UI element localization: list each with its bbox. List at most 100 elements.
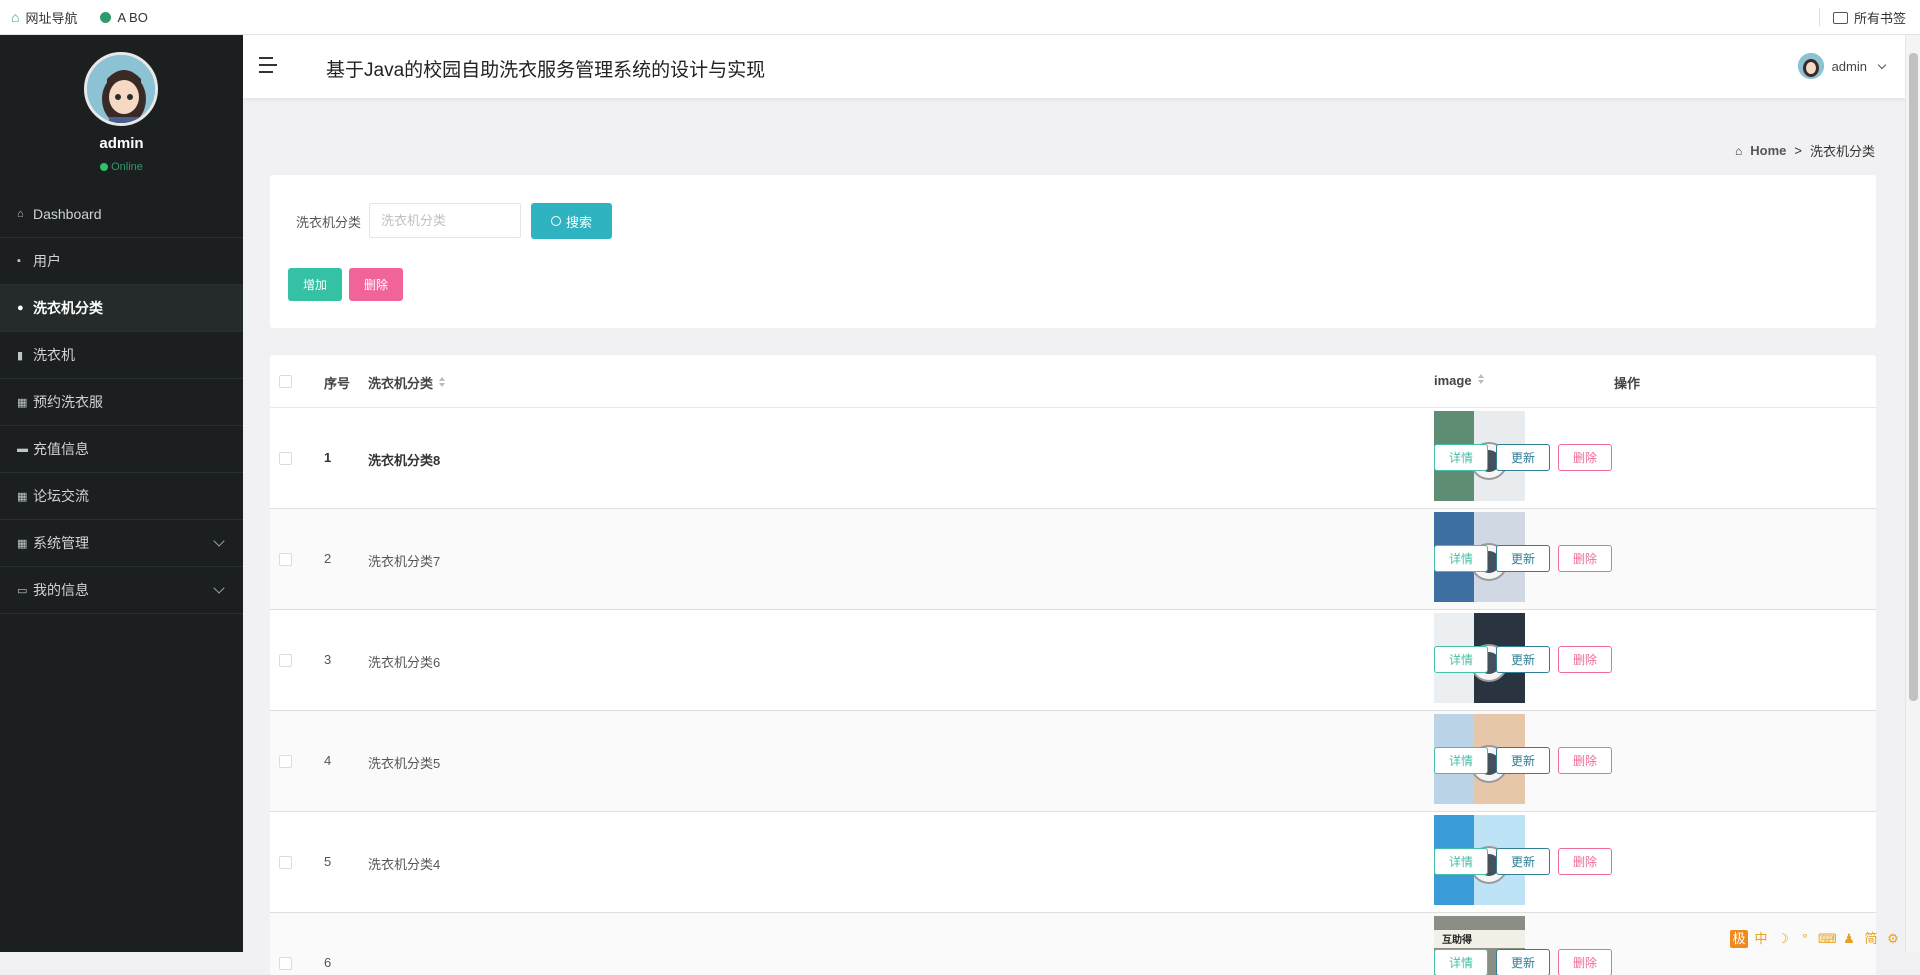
row-index: 1	[324, 450, 331, 465]
row-checkbox[interactable]	[279, 452, 292, 465]
sidebar-item-reservations[interactable]: ▦预约洗衣服	[0, 379, 243, 426]
row-delete-button[interactable]: 删除	[1558, 949, 1612, 975]
search-input[interactable]	[369, 203, 521, 238]
row-index: 2	[324, 551, 331, 566]
sidebar: admin Online ⌂Dashboard ▪用户 ●洗衣机分类 ▮洗衣机 …	[0, 35, 243, 952]
user-icon: ▪	[17, 255, 31, 267]
update-button[interactable]: 更新	[1496, 747, 1550, 774]
detail-button[interactable]: 详情	[1434, 444, 1488, 471]
update-button[interactable]: 更新	[1496, 545, 1550, 572]
update-button[interactable]: 更新	[1496, 444, 1550, 471]
ime-item[interactable]: 简	[1862, 930, 1880, 948]
bookmarks-bar: ⌂ 网址导航 A BO 所有书签	[0, 0, 1920, 35]
folder-icon	[1833, 12, 1848, 24]
bookmarks-divider	[1819, 8, 1820, 26]
search-label: 洗衣机分类	[296, 212, 361, 231]
breadcrumb: ⌂ Home > 洗衣机分类	[1735, 141, 1875, 160]
update-button[interactable]: 更新	[1496, 848, 1550, 875]
sidebar-item-my-info[interactable]: ▭我的信息	[0, 567, 243, 614]
card-icon: ▭	[17, 584, 31, 597]
menu-toggle-icon[interactable]	[259, 57, 279, 75]
row-delete-button[interactable]: 删除	[1558, 848, 1612, 875]
row-checkbox[interactable]	[279, 856, 292, 869]
header-image[interactable]: image	[1434, 373, 1484, 388]
row-index: 3	[324, 652, 331, 667]
row-checkbox[interactable]	[279, 755, 292, 768]
row-category: 洗衣机分类4	[368, 854, 440, 873]
avatar	[1798, 53, 1824, 79]
row-checkbox[interactable]	[279, 957, 292, 970]
detail-button[interactable]: 详情	[1434, 646, 1488, 673]
header-category[interactable]: 洗衣机分类	[368, 373, 445, 392]
ime-item[interactable]: ⚙	[1884, 930, 1902, 948]
bookmark-nav[interactable]: ⌂ 网址导航	[11, 8, 77, 27]
status-dot	[100, 163, 108, 171]
user-menu[interactable]: admin	[1798, 53, 1885, 79]
pin-icon: ●	[17, 302, 31, 314]
bookmark-abo[interactable]: A BO	[100, 10, 147, 25]
sidebar-item-dashboard[interactable]: ⌂Dashboard	[0, 191, 243, 238]
row-delete-button[interactable]: 删除	[1558, 545, 1612, 572]
top-header: 基于Java的校园自助洗衣服务管理系统的设计与实现 admin	[243, 35, 1905, 98]
update-button[interactable]: 更新	[1496, 949, 1550, 975]
header-index: 序号	[324, 373, 350, 392]
detail-button[interactable]: 详情	[1434, 545, 1488, 572]
sidebar-item-washers[interactable]: ▮洗衣机	[0, 332, 243, 379]
search-button[interactable]: 搜索	[531, 203, 612, 239]
row-checkbox[interactable]	[279, 654, 292, 667]
row-category: 洗衣机分类7	[368, 551, 440, 570]
table-row[interactable]: 4洗衣机分类5详情更新删除	[270, 711, 1876, 812]
breadcrumb-separator: >	[1794, 143, 1802, 158]
row-checkbox[interactable]	[279, 553, 292, 566]
sidebar-item-forum[interactable]: ▦论坛交流	[0, 473, 243, 520]
table-row[interactable]: 2 洗衣机分类7 详情更新删除	[270, 509, 1876, 610]
ime-item[interactable]: ☽	[1774, 930, 1792, 948]
table-row[interactable]: 6互助得详情更新删除	[270, 913, 1876, 975]
scrollbar[interactable]	[1905, 35, 1920, 952]
add-button[interactable]: 增加	[288, 268, 342, 301]
sidebar-item-label: 洗衣机	[33, 345, 75, 365]
grid-icon: ▦	[17, 490, 31, 503]
update-button[interactable]: 更新	[1496, 646, 1550, 673]
row-index: 4	[324, 753, 331, 768]
bookmark-nav-label: 网址导航	[25, 8, 77, 27]
user-menu-label: admin	[1832, 59, 1867, 74]
table-row[interactable]: 3 洗衣机分类6 详情更新删除	[270, 610, 1876, 711]
row-category: 洗衣机分类8	[368, 450, 440, 469]
header-category-label: 洗衣机分类	[368, 376, 433, 391]
ime-item[interactable]: ♟	[1840, 930, 1858, 948]
sidebar-item-users[interactable]: ▪用户	[0, 238, 243, 285]
house-icon: ⌂	[11, 9, 19, 25]
sidebar-item-washer-category[interactable]: ●洗衣机分类	[0, 285, 243, 332]
detail-button[interactable]: 详情	[1434, 949, 1488, 975]
search-panel: 洗衣机分类 搜索 增加 删除	[270, 175, 1876, 328]
chart-icon: ▮	[17, 349, 31, 362]
breadcrumb-home[interactable]: Home	[1750, 143, 1786, 158]
row-delete-button[interactable]: 删除	[1558, 646, 1612, 673]
ime-item[interactable]: ⌨	[1818, 930, 1836, 948]
sidebar-item-system[interactable]: ▦系统管理	[0, 520, 243, 567]
sidebar-item-label: 充值信息	[33, 439, 89, 459]
detail-button[interactable]: 详情	[1434, 848, 1488, 875]
home-icon: ⌂	[1735, 144, 1742, 158]
delete-button[interactable]: 删除	[349, 268, 403, 301]
breadcrumb-current: 洗衣机分类	[1810, 141, 1875, 160]
ime-item[interactable]: 极	[1730, 930, 1748, 948]
detail-button[interactable]: 详情	[1434, 747, 1488, 774]
table-row[interactable]: 5洗衣机分类4详情更新删除	[270, 812, 1876, 913]
select-all-checkbox[interactable]	[279, 375, 292, 388]
row-delete-button[interactable]: 删除	[1558, 444, 1612, 471]
row-delete-button[interactable]: 删除	[1558, 747, 1612, 774]
table-row[interactable]: 1 洗衣机分类8 详情更新删除	[270, 408, 1876, 509]
ime-item[interactable]: 中	[1752, 930, 1770, 948]
all-bookmarks[interactable]: 所有书签	[1833, 0, 1906, 35]
row-category: 洗衣机分类6	[368, 652, 440, 671]
sidebar-item-recharge[interactable]: ▬充值信息	[0, 426, 243, 473]
scrollbar-thumb[interactable]	[1909, 53, 1918, 701]
chevron-down-icon	[1878, 60, 1886, 68]
sidebar-item-label: 用户	[33, 251, 61, 271]
sidebar-menu: ⌂Dashboard ▪用户 ●洗衣机分类 ▮洗衣机 ▦预约洗衣服 ▬充值信息 …	[0, 191, 243, 614]
avatar	[84, 52, 158, 126]
sidebar-item-label: 系统管理	[33, 533, 89, 553]
ime-item[interactable]: °	[1796, 930, 1814, 948]
